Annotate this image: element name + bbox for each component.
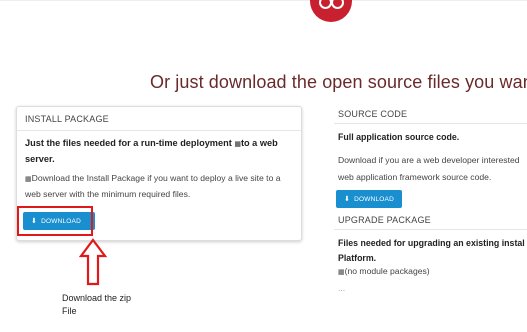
summary-line2: server. <box>25 154 55 164</box>
source-line2: web application framework source code. <box>338 172 492 182</box>
top-divider <box>0 0 527 1</box>
page-headline: Or just download the open source files y… <box>150 72 527 92</box>
missing-glyph-icon: ▦ <box>25 175 32 183</box>
description-line2: web server with the minimum required fil… <box>25 189 191 199</box>
brand-logo[interactable] <box>310 0 352 22</box>
source-line1: Download if you are a web developer inte… <box>338 155 520 165</box>
description-line1: Download the Install Package if you want… <box>31 173 281 183</box>
upgrade-package-divider <box>334 229 527 230</box>
upgrade-ellipsis: ... <box>338 283 346 293</box>
upgrade-package-note: ▦(no module packages) <box>338 263 430 281</box>
source-code-description: Download if you are a web developer inte… <box>338 152 520 186</box>
annotation-up-arrow-icon <box>79 238 107 286</box>
missing-glyph-icon: ▦ <box>338 268 345 276</box>
annotation-line2: File <box>62 306 77 316</box>
install-package-summary: Just the files needed for a run-time dep… <box>25 136 293 167</box>
annotation-text: Download the zip File <box>62 292 152 318</box>
upgrade-note-text: (no module packages) <box>344 266 430 276</box>
upgrade-line2: Platform. <box>338 253 377 263</box>
summary-line1-tail: to a web <box>240 138 278 148</box>
download-highlight-box <box>17 206 93 236</box>
logo-eye-right-icon <box>331 0 344 9</box>
source-code-summary: Full application source code. <box>338 132 460 142</box>
card-divider <box>17 130 301 131</box>
annotation-line1: Download the zip <box>62 293 132 303</box>
install-package-description: ▦Download the Install Package if you wan… <box>25 171 295 202</box>
source-code-title: SOURCE CODE <box>338 109 408 119</box>
upgrade-package-title: UPGRADE PACKAGE <box>338 215 431 225</box>
upgrade-package-summary: Files needed for upgrading an existing i… <box>338 236 525 266</box>
download-arrow-icon: ⬇ <box>344 196 351 203</box>
install-package-title: INSTALL PACKAGE <box>25 114 109 124</box>
upgrade-line1: Files needed for upgrading an existing i… <box>338 238 525 248</box>
source-code-divider <box>334 123 527 124</box>
summary-line1: Just the files needed for a run-time dep… <box>25 138 235 148</box>
source-download-button[interactable]: ⬇ DOWNLOAD <box>336 190 402 208</box>
source-download-label: DOWNLOAD <box>354 195 394 203</box>
missing-glyph-icon: ▦ <box>234 140 241 148</box>
